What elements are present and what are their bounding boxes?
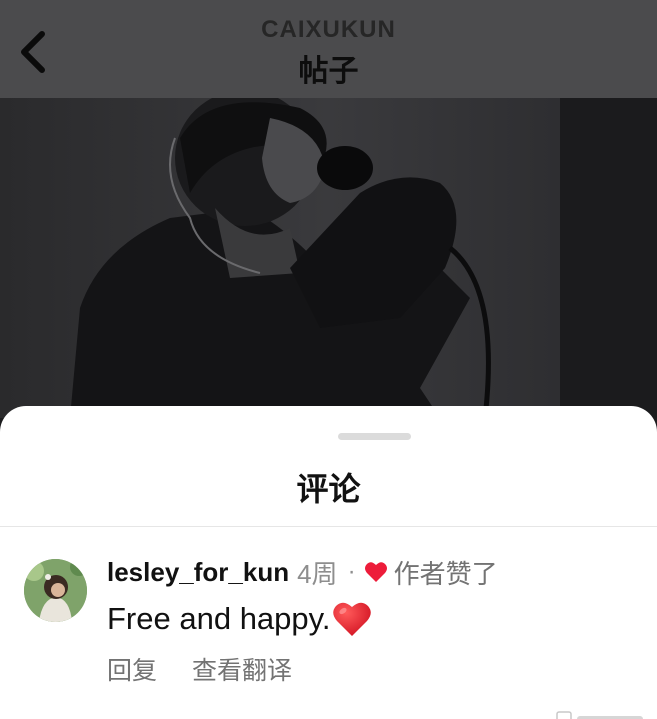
- top-nav-bar: CAIXUKUN 帖子: [0, 0, 657, 98]
- red-heart-icon: [332, 600, 372, 638]
- page-title: 帖子: [298, 55, 359, 88]
- comment-item: lesley_for_kun 4周 · 作者赞了 Free and happy.: [0, 527, 657, 719]
- comment-username[interactable]: lesley_for_kun: [107, 557, 289, 588]
- comments-sheet: 评论 lesley_for_kun 4周 · 作者赞了 Free and hap…: [0, 406, 657, 719]
- screen: CAIXUKUN 帖子 评论 lesley_for_kun 4周 · 作者赞了 …: [0, 0, 657, 719]
- heart-icon: [364, 561, 388, 583]
- comments-title: 评论: [296, 471, 361, 507]
- see-translation-button[interactable]: 查看翻译: [192, 651, 292, 687]
- comment-timestamp: 4周: [297, 558, 338, 589]
- comment-actions: 回复 查看翻译: [107, 652, 292, 686]
- comment-body: Free and happy.: [107, 597, 372, 641]
- sheet-drag-handle[interactable]: [338, 433, 411, 440]
- comment-text: Free and happy.: [107, 601, 331, 636]
- reply-button[interactable]: 回复: [107, 651, 157, 687]
- meta-separator: ·: [347, 558, 356, 585]
- comment-meta: lesley_for_kun 4周 · 作者赞了: [107, 555, 498, 589]
- watermark: [555, 708, 647, 719]
- post-photo[interactable]: [0, 98, 657, 418]
- avatar[interactable]: [24, 559, 87, 622]
- header-username: CAIXUKUN: [261, 16, 396, 43]
- liked-by-author-label: 作者赞了: [393, 558, 498, 589]
